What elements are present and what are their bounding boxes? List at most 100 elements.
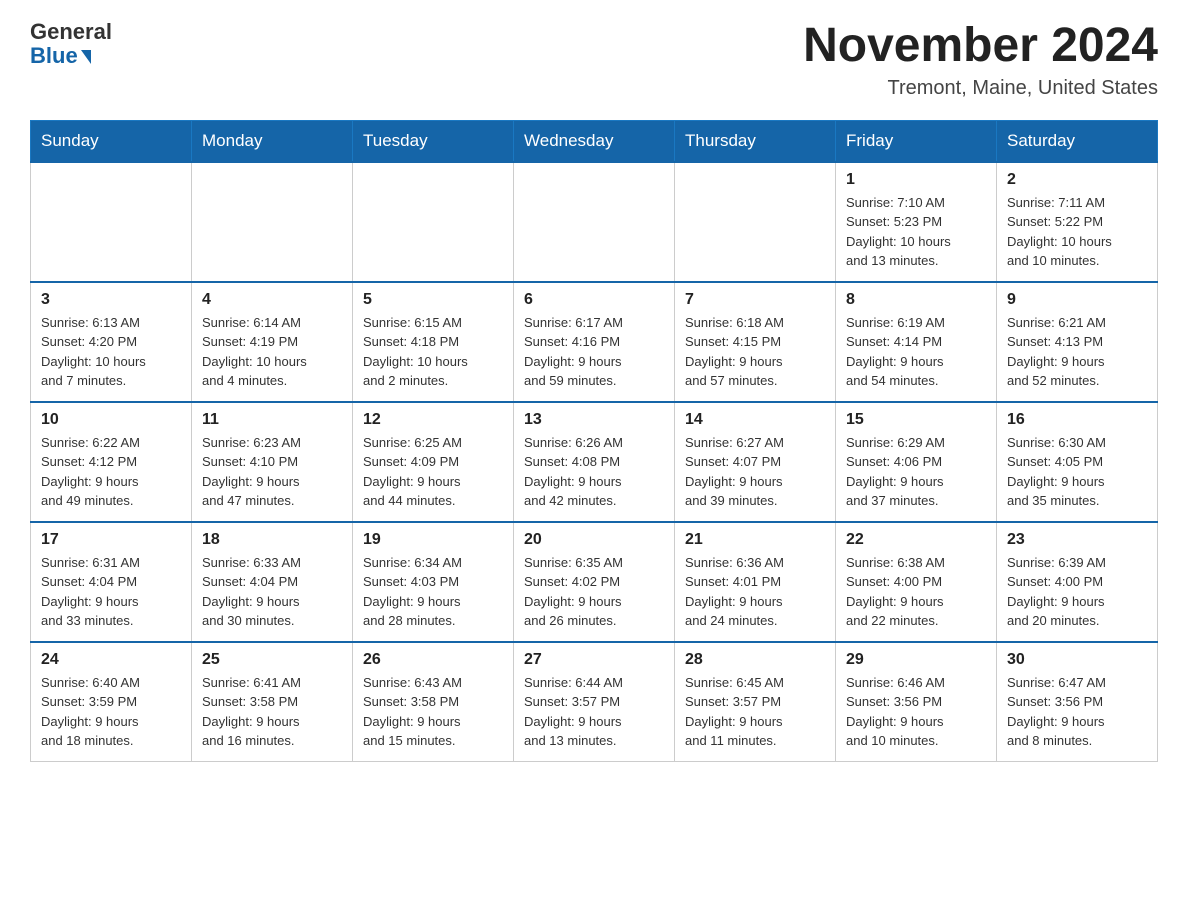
calendar-cell: 26 Sunrise: 6:43 AMSunset: 3:58 PMDayligh…: [353, 642, 514, 762]
day-info: Sunrise: 6:43 AMSunset: 3:58 PMDaylight:…: [363, 673, 503, 751]
day-number: 11: [202, 411, 342, 429]
logo-general-text: General: [30, 20, 112, 44]
calendar-header-wednesday: Wednesday: [514, 120, 675, 162]
calendar-header-saturday: Saturday: [997, 120, 1158, 162]
calendar-cell: 30 Sunrise: 6:47 AMSunset: 3:56 PMDayligh…: [997, 642, 1158, 762]
day-info: Sunrise: 6:41 AMSunset: 3:58 PMDaylight:…: [202, 673, 342, 751]
calendar-cell: [31, 162, 192, 282]
day-number: 7: [685, 291, 825, 309]
calendar-header-monday: Monday: [192, 120, 353, 162]
day-info: Sunrise: 6:29 AMSunset: 4:06 PMDaylight:…: [846, 433, 986, 511]
calendar-cell: 14 Sunrise: 6:27 AMSunset: 4:07 PMDayligh…: [675, 402, 836, 522]
calendar-header-thursday: Thursday: [675, 120, 836, 162]
day-info: Sunrise: 6:14 AMSunset: 4:19 PMDaylight:…: [202, 313, 342, 391]
week-row-2: 3 Sunrise: 6:13 AMSunset: 4:20 PMDaylight…: [31, 282, 1158, 402]
day-info: Sunrise: 6:15 AMSunset: 4:18 PMDaylight:…: [363, 313, 503, 391]
day-info: Sunrise: 6:47 AMSunset: 3:56 PMDaylight:…: [1007, 673, 1147, 751]
day-number: 30: [1007, 651, 1147, 669]
calendar-cell: 25 Sunrise: 6:41 AMSunset: 3:58 PMDayligh…: [192, 642, 353, 762]
calendar-cell: 2 Sunrise: 7:11 AMSunset: 5:22 PMDaylight…: [997, 162, 1158, 282]
calendar-cell: 13 Sunrise: 6:26 AMSunset: 4:08 PMDayligh…: [514, 402, 675, 522]
day-info: Sunrise: 7:11 AMSunset: 5:22 PMDaylight:…: [1007, 193, 1147, 271]
day-number: 26: [363, 651, 503, 669]
day-info: Sunrise: 6:23 AMSunset: 4:10 PMDaylight:…: [202, 433, 342, 511]
logo: General Blue: [30, 20, 112, 68]
calendar-cell: 28Sunrise: 6:45 AMSunset: 3:57 PMDayligh…: [675, 642, 836, 762]
day-info: Sunrise: 6:13 AMSunset: 4:20 PMDaylight:…: [41, 313, 181, 391]
day-number: 10: [41, 411, 181, 429]
calendar-table: SundayMondayTuesdayWednesdayThursdayFrid…: [30, 120, 1158, 763]
calendar-cell: 1 Sunrise: 7:10 AMSunset: 5:23 PMDaylight…: [836, 162, 997, 282]
day-info: Sunrise: 6:38 AMSunset: 4:00 PMDaylight:…: [846, 553, 986, 631]
day-info: Sunrise: 6:36 AMSunset: 4:01 PMDaylight:…: [685, 553, 825, 631]
week-row-4: 17 Sunrise: 6:31 AMSunset: 4:04 PMDayligh…: [31, 522, 1158, 642]
calendar-cell: 23Sunrise: 6:39 AMSunset: 4:00 PMDayligh…: [997, 522, 1158, 642]
calendar-cell: 29 Sunrise: 6:46 AMSunset: 3:56 PMDayligh…: [836, 642, 997, 762]
day-number: 18: [202, 531, 342, 549]
day-info: Sunrise: 6:27 AMSunset: 4:07 PMDaylight:…: [685, 433, 825, 511]
day-number: 4: [202, 291, 342, 309]
day-number: 3: [41, 291, 181, 309]
calendar-cell: 3 Sunrise: 6:13 AMSunset: 4:20 PMDaylight…: [31, 282, 192, 402]
calendar-cell: 8 Sunrise: 6:19 AMSunset: 4:14 PMDaylight…: [836, 282, 997, 402]
day-number: 29: [846, 651, 986, 669]
calendar-cell: 24Sunrise: 6:40 AMSunset: 3:59 PMDayligh…: [31, 642, 192, 762]
day-number: 24: [41, 651, 181, 669]
day-number: 13: [524, 411, 664, 429]
calendar-cell: [192, 162, 353, 282]
calendar-header-sunday: Sunday: [31, 120, 192, 162]
day-info: Sunrise: 6:31 AMSunset: 4:04 PMDaylight:…: [41, 553, 181, 631]
calendar-cell: 10 Sunrise: 6:22 AMSunset: 4:12 PMDayligh…: [31, 402, 192, 522]
calendar-header-friday: Friday: [836, 120, 997, 162]
day-info: Sunrise: 7:10 AMSunset: 5:23 PMDaylight:…: [846, 193, 986, 271]
day-number: 17: [41, 531, 181, 549]
calendar-cell: [675, 162, 836, 282]
calendar-header-row: SundayMondayTuesdayWednesdayThursdayFrid…: [31, 120, 1158, 162]
calendar-cell: 21Sunrise: 6:36 AMSunset: 4:01 PMDayligh…: [675, 522, 836, 642]
day-number: 14: [685, 411, 825, 429]
day-number: 15: [846, 411, 986, 429]
calendar-cell: 20 Sunrise: 6:35 AMSunset: 4:02 PMDayligh…: [514, 522, 675, 642]
day-info: Sunrise: 6:46 AMSunset: 3:56 PMDaylight:…: [846, 673, 986, 751]
day-number: 12: [363, 411, 503, 429]
week-row-5: 24Sunrise: 6:40 AMSunset: 3:59 PMDayligh…: [31, 642, 1158, 762]
calendar-cell: 16 Sunrise: 6:30 AMSunset: 4:05 PMDayligh…: [997, 402, 1158, 522]
calendar-cell: 9 Sunrise: 6:21 AMSunset: 4:13 PMDaylight…: [997, 282, 1158, 402]
calendar-cell: 18Sunrise: 6:33 AMSunset: 4:04 PMDayligh…: [192, 522, 353, 642]
day-number: 25: [202, 651, 342, 669]
day-number: 28: [685, 651, 825, 669]
day-info: Sunrise: 6:19 AMSunset: 4:14 PMDaylight:…: [846, 313, 986, 391]
day-info: Sunrise: 6:26 AMSunset: 4:08 PMDaylight:…: [524, 433, 664, 511]
day-number: 1: [846, 171, 986, 189]
day-number: 9: [1007, 291, 1147, 309]
logo-blue-text: Blue: [30, 44, 112, 68]
calendar-cell: 27Sunrise: 6:44 AMSunset: 3:57 PMDayligh…: [514, 642, 675, 762]
day-info: Sunrise: 6:22 AMSunset: 4:12 PMDaylight:…: [41, 433, 181, 511]
logo-arrow-icon: [81, 50, 91, 64]
calendar-cell: 11 Sunrise: 6:23 AMSunset: 4:10 PMDayligh…: [192, 402, 353, 522]
day-info: Sunrise: 6:35 AMSunset: 4:02 PMDaylight:…: [524, 553, 664, 631]
day-info: Sunrise: 6:25 AMSunset: 4:09 PMDaylight:…: [363, 433, 503, 511]
day-number: 5: [363, 291, 503, 309]
calendar-cell: 17 Sunrise: 6:31 AMSunset: 4:04 PMDayligh…: [31, 522, 192, 642]
day-info: Sunrise: 6:30 AMSunset: 4:05 PMDaylight:…: [1007, 433, 1147, 511]
day-info: Sunrise: 6:18 AMSunset: 4:15 PMDaylight:…: [685, 313, 825, 391]
page-header: General Blue November 2024 Tremont, Main…: [30, 20, 1158, 100]
calendar-cell: 19Sunrise: 6:34 AMSunset: 4:03 PMDayligh…: [353, 522, 514, 642]
day-info: Sunrise: 6:21 AMSunset: 4:13 PMDaylight:…: [1007, 313, 1147, 391]
day-number: 16: [1007, 411, 1147, 429]
week-row-3: 10 Sunrise: 6:22 AMSunset: 4:12 PMDayligh…: [31, 402, 1158, 522]
day-number: 20: [524, 531, 664, 549]
day-info: Sunrise: 6:17 AMSunset: 4:16 PMDaylight:…: [524, 313, 664, 391]
location-text: Tremont, Maine, United States: [803, 77, 1158, 100]
day-number: 6: [524, 291, 664, 309]
calendar-cell: 6 Sunrise: 6:17 AMSunset: 4:16 PMDaylight…: [514, 282, 675, 402]
calendar-cell: [353, 162, 514, 282]
week-row-1: 1 Sunrise: 7:10 AMSunset: 5:23 PMDaylight…: [31, 162, 1158, 282]
day-info: Sunrise: 6:34 AMSunset: 4:03 PMDaylight:…: [363, 553, 503, 631]
title-block: November 2024 Tremont, Maine, United Sta…: [803, 20, 1158, 100]
month-title: November 2024: [803, 20, 1158, 73]
calendar-cell: 4 Sunrise: 6:14 AMSunset: 4:19 PMDaylight…: [192, 282, 353, 402]
day-number: 2: [1007, 171, 1147, 189]
day-number: 8: [846, 291, 986, 309]
